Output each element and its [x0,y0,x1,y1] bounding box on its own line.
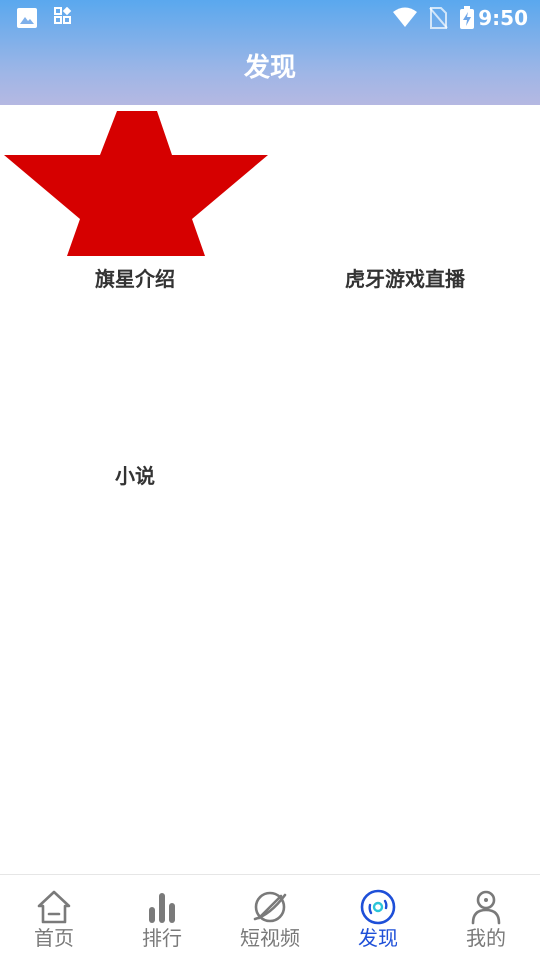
tab-short-video[interactable]: 短视频 [216,875,324,961]
tab-ranking[interactable]: 排行 [108,875,216,961]
tab-mine[interactable]: 我的 [432,875,540,961]
discover-item-huya-live[interactable]: 虎牙游戏直播 [270,105,540,305]
person-icon [468,889,504,925]
tab-label: 首页 [34,926,74,950]
discover-item-label: 旗星介绍 [95,267,175,291]
tab-label: 短视频 [240,926,300,950]
image-icon [16,7,38,33]
page-title: 发现 [243,53,296,83]
tab-discover[interactable]: 发现 [324,875,432,961]
bar-chart-icon [144,889,180,925]
tab-home[interactable]: 首页 [0,875,108,961]
discover-item-label: 小说 [115,464,155,488]
status-bar: 9:50 [0,0,540,36]
bottom-tab-bar: 首页 排行 短视频 发现 我的 [0,874,540,961]
discover-item-novel[interactable]: 小说 [0,305,270,505]
tab-label: 排行 [142,926,182,950]
tab-label: 发现 [358,926,398,950]
disc-icon [360,889,396,925]
discover-item-label: 虎牙游戏直播 [345,267,465,291]
wifi-icon [392,6,418,32]
planet-icon [252,889,288,925]
status-time: 9:50 [478,6,528,30]
grid-app-icon [54,6,72,29]
home-icon [36,889,72,925]
tab-label: 我的 [466,926,506,950]
battery-charging-icon [459,6,475,34]
header: 9:50 发现 [0,0,540,105]
no-sim-icon [428,6,448,34]
discover-item-flagship[interactable]: 旗星介绍 [0,105,270,305]
